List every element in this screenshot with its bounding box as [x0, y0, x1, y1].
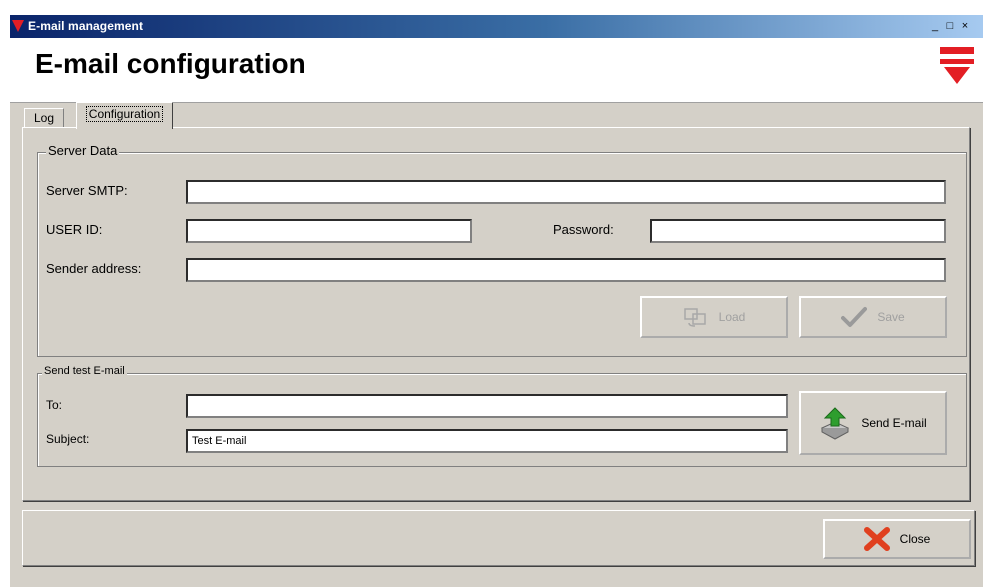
tab-log[interactable]: Log: [24, 108, 64, 127]
close-x-icon: [863, 527, 890, 551]
server-smtp-input[interactable]: [186, 180, 946, 204]
tab-configuration[interactable]: Configuration: [76, 102, 173, 129]
save-button[interactable]: Save: [799, 296, 947, 338]
email-management-window: E-mail management _ □ × E-mail configura…: [10, 15, 983, 587]
subject-label: Subject:: [46, 432, 90, 446]
close-window-button[interactable]: ×: [958, 19, 972, 33]
close-button[interactable]: Close: [823, 519, 971, 559]
to-label: To:: [46, 398, 63, 412]
save-button-label: Save: [877, 310, 905, 324]
tab-configuration-label: Configuration: [85, 106, 164, 122]
footer-bar: Close: [22, 510, 975, 566]
sender-address-input[interactable]: [186, 258, 946, 282]
page-title: E-mail configuration: [35, 48, 306, 79]
to-input[interactable]: [186, 394, 788, 418]
server-smtp-label: Server SMTP:: [46, 183, 128, 198]
minimize-button[interactable]: _: [928, 19, 942, 33]
tab-strip: Log Configuration: [10, 102, 983, 129]
load-button-label: Load: [718, 310, 746, 324]
title-bar: E-mail management _ □ ×: [10, 15, 983, 38]
app-icon: [12, 20, 24, 32]
send-test-email-group: Send test E-mail To: Subject: Send E-mai…: [37, 365, 967, 467]
maximize-button[interactable]: □: [943, 19, 957, 33]
brand-logo-icon: [940, 47, 974, 84]
checkmark-icon: [841, 307, 868, 327]
user-id-input[interactable]: [186, 219, 472, 243]
configuration-panel: Server Data Server SMTP: USER ID: Passwo…: [22, 127, 970, 501]
server-data-group-title: Server Data: [46, 143, 120, 158]
send-email-button[interactable]: Send E-mail: [799, 391, 947, 455]
password-input[interactable]: [650, 219, 946, 243]
user-id-label: USER ID:: [46, 222, 103, 237]
header-banner: E-mail configuration: [10, 38, 983, 103]
password-label: Password:: [553, 222, 614, 237]
load-button[interactable]: Load: [640, 296, 788, 338]
subject-input[interactable]: [186, 429, 788, 453]
close-button-label: Close: [899, 532, 931, 546]
send-email-button-label: Send E-mail: [861, 416, 927, 430]
window-title: E-mail management: [28, 19, 144, 33]
load-icon: [683, 308, 706, 327]
send-email-icon: [821, 407, 850, 440]
server-data-group: Server Data Server SMTP: USER ID: Passwo…: [37, 143, 967, 357]
sender-address-label: Sender address:: [46, 261, 142, 276]
send-test-email-group-title: Send test E-mail: [42, 365, 127, 377]
